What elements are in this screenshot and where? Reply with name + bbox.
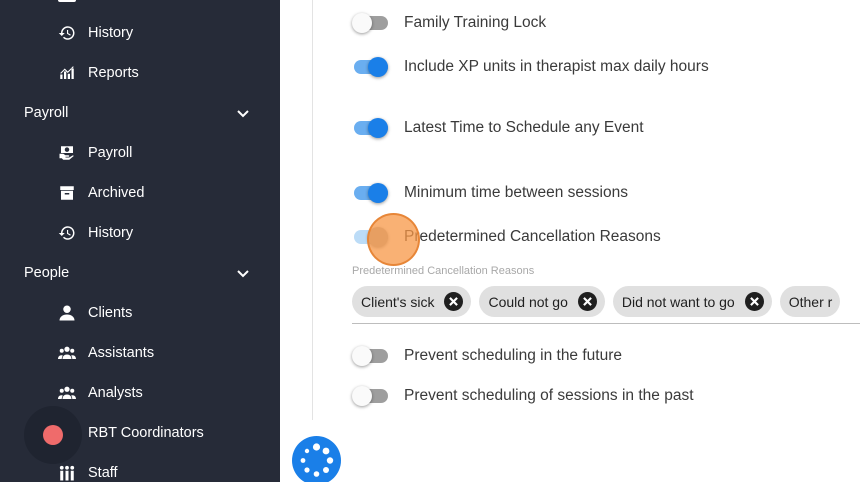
- setting-label: Minimum time between sessions: [404, 184, 628, 201]
- setting-prevent-scheduling-future: Prevent scheduling in the future: [352, 344, 622, 368]
- reports-chart-icon: [58, 64, 76, 82]
- setting-label: Predetermined Cancellation Reasons: [404, 228, 661, 245]
- sidebar-item-history[interactable]: History: [58, 19, 133, 47]
- section-label: People: [24, 265, 70, 281]
- sidebar-item-label: History: [88, 25, 134, 41]
- setting-family-training-lock: Family Training Lock: [352, 11, 546, 35]
- chevron-down-icon: [237, 270, 249, 278]
- sidebar-item-label: History: [88, 225, 134, 241]
- sidebar-item-label: Reports: [88, 65, 139, 81]
- setting-label: Include XP units in therapist max daily …: [404, 58, 709, 75]
- history-icon: [58, 24, 76, 42]
- close-icon[interactable]: [744, 292, 764, 311]
- close-icon[interactable]: [444, 292, 464, 311]
- setting-label: Family Training Lock: [404, 14, 547, 31]
- close-icon[interactable]: [577, 292, 597, 311]
- sidebar-item-reports[interactable]: Reports: [58, 59, 139, 87]
- prevent-scheduling-future-toggle[interactable]: [352, 346, 388, 366]
- sidebar-item-label: Assistants: [88, 345, 155, 361]
- reason-chip: Could not go: [479, 286, 605, 317]
- panel-divider: [312, 0, 313, 420]
- partial-nav-icon: [58, 0, 76, 2]
- staff-icon: [58, 464, 76, 482]
- record-button[interactable]: [24, 406, 82, 464]
- setting-label: Prevent scheduling of sessions in the pa…: [404, 387, 694, 404]
- sidebar-item-assistants[interactable]: Assistants: [58, 339, 154, 367]
- setting-minimum-time-between-sessions: Minimum time between sessions: [352, 181, 628, 205]
- group-icon: [58, 384, 76, 402]
- minimum-time-between-sessions-toggle[interactable]: [352, 183, 388, 203]
- setting-label: Latest Time to Schedule any Event: [404, 119, 644, 136]
- chip-label: Could not go: [488, 293, 568, 310]
- sidebar: History Reports Payroll Payroll Archived…: [0, 0, 280, 482]
- sidebar-item-label: Payroll: [88, 145, 133, 161]
- sidebar-section-payroll[interactable]: Payroll: [24, 99, 250, 127]
- history-icon: [58, 224, 76, 242]
- chip-label: Client's sick: [361, 293, 435, 310]
- chip-label: Other r: [788, 293, 833, 310]
- spinner-dots-icon: [300, 443, 334, 477]
- chip-label: Did not want to go: [621, 293, 735, 310]
- prevent-scheduling-past-toggle[interactable]: [352, 386, 388, 406]
- chips-underline: [352, 323, 860, 324]
- sidebar-item-clients[interactable]: Clients: [58, 299, 132, 327]
- sidebar-item-archived[interactable]: Archived: [58, 179, 144, 207]
- sidebar-section-people[interactable]: People: [24, 259, 250, 287]
- section-label: Payroll: [24, 105, 69, 121]
- sidebar-item-label: Staff: [88, 465, 118, 481]
- setting-prevent-scheduling-past: Prevent scheduling of sessions in the pa…: [352, 384, 694, 408]
- setting-include-xp-units: Include XP units in therapist max daily …: [352, 55, 709, 79]
- sidebar-item-label: Archived: [88, 185, 145, 201]
- cancellation-reasons-chips[interactable]: Client's sick Could not go Did not want …: [352, 286, 841, 317]
- cancellation-reasons-field-label: Predetermined Cancellation Reasons: [352, 265, 535, 277]
- sidebar-item-label: RBT Coordinators: [88, 425, 204, 441]
- reason-chip: Did not want to go: [612, 286, 772, 317]
- payroll-icon: [58, 144, 76, 162]
- family-training-lock-toggle[interactable]: [352, 13, 388, 33]
- setting-latest-time-to-schedule: Latest Time to Schedule any Event: [352, 116, 644, 140]
- latest-time-to-schedule-toggle[interactable]: [352, 118, 388, 138]
- record-dot-icon: [43, 425, 63, 445]
- loader-fab-button[interactable]: [292, 436, 341, 482]
- reason-chip: Client's sick: [352, 286, 472, 317]
- sidebar-item-staff[interactable]: Staff: [58, 459, 118, 482]
- sidebar-item-payroll[interactable]: Payroll: [58, 139, 132, 167]
- include-xp-units-toggle[interactable]: [352, 57, 388, 77]
- sidebar-item-label: Clients: [88, 305, 133, 321]
- archive-icon: [58, 184, 76, 202]
- sidebar-item-analysts[interactable]: Analysts: [58, 379, 143, 407]
- reason-chip: Other r: [779, 286, 841, 317]
- sidebar-item-history[interactable]: History: [58, 219, 133, 247]
- setting-label: Prevent scheduling in the future: [404, 347, 622, 364]
- group-icon: [58, 344, 76, 362]
- chevron-down-icon: [237, 110, 249, 118]
- click-indicator: [367, 213, 420, 266]
- sidebar-item-label: Analysts: [88, 385, 143, 401]
- person-icon: [58, 304, 76, 322]
